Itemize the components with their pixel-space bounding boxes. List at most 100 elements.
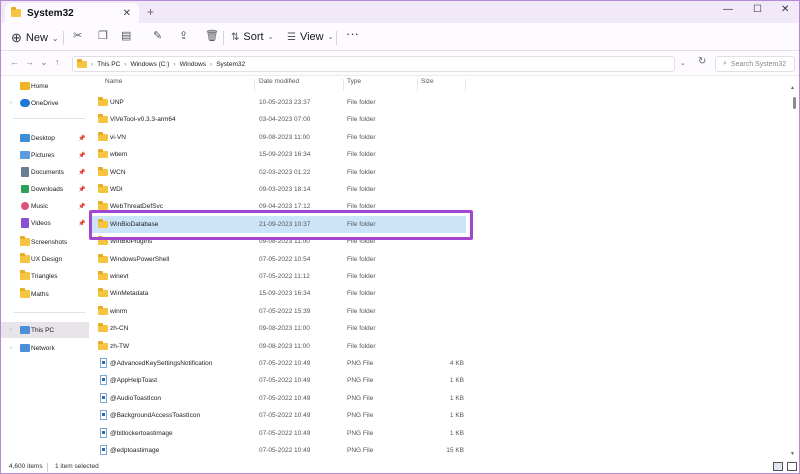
sidebar-item-network[interactable]: › Network xyxy=(1,340,89,356)
column-separator[interactable] xyxy=(465,79,466,91)
forward-arrow-icon[interactable]: → xyxy=(25,57,34,67)
download-icon xyxy=(21,185,29,193)
sort-button[interactable]: ⇅ Sort ⌄ xyxy=(231,31,273,43)
refresh-icon[interactable]: ↻ xyxy=(698,56,706,67)
file-row[interactable]: winevt 07-05-2022 11:12 File folder xyxy=(92,268,466,285)
column-header-date[interactable]: Date modified xyxy=(259,78,299,92)
new-tab-button[interactable]: + xyxy=(147,5,154,19)
column-separator[interactable] xyxy=(343,79,344,91)
share-icon[interactable]: ⇪ xyxy=(179,29,188,42)
pin-icon[interactable]: 📌 xyxy=(78,135,85,142)
address-history-chevron-icon[interactable]: ⌄ xyxy=(680,59,686,67)
chevron-right-icon[interactable]: › xyxy=(10,327,12,333)
pin-icon[interactable]: 📌 xyxy=(78,169,85,176)
column-header-size[interactable]: Size xyxy=(421,78,434,92)
file-row[interactable]: @BackgroundAccessToastIcon 07-05-2022 10:… xyxy=(92,407,466,424)
chevron-right-icon[interactable]: › xyxy=(10,345,12,351)
breadcrumb-system32[interactable]: System32 xyxy=(216,61,245,68)
file-name: @bitlockertoastimage xyxy=(110,429,173,437)
sidebar-item-triangles[interactable]: Triangles xyxy=(1,268,89,284)
scroll-down-arrow-icon[interactable]: ▼ xyxy=(790,451,795,457)
file-row[interactable]: @bitlockertoastimage 07-05-2022 10:49 PNG … xyxy=(92,425,466,442)
delete-icon[interactable]: 🗑 xyxy=(205,29,219,42)
scroll-up-arrow-icon[interactable]: ▲ xyxy=(790,85,795,91)
file-row[interactable]: WCN 02-03-2023 01:22 File folder xyxy=(92,164,466,181)
sidebar-item-music[interactable]: Music 📌 xyxy=(1,198,89,214)
details-view-icon[interactable] xyxy=(773,462,783,471)
file-row[interactable]: @AudioToastIcon 07-05-2022 10:49 PNG File 1… xyxy=(92,390,466,407)
tab-system32[interactable]: System32 ✕ xyxy=(5,3,139,23)
folder-icon xyxy=(98,201,108,211)
column-header-name[interactable]: Name xyxy=(105,78,122,92)
column-separator[interactable] xyxy=(254,79,255,91)
tab-title: System32 xyxy=(27,7,74,19)
folder-icon xyxy=(98,253,108,263)
file-type: File folder xyxy=(347,99,376,106)
sidebar-item-ux-design[interactable]: UX Design xyxy=(1,251,89,267)
tiles-view-icon[interactable] xyxy=(787,462,797,471)
folder-icon xyxy=(98,149,108,159)
file-type: File folder xyxy=(347,186,376,193)
back-arrow-icon[interactable]: ← xyxy=(10,57,19,67)
file-name: @BackgroundAccessToastIcon xyxy=(110,412,201,420)
address-bar[interactable]: › This PC › Windows (C:) › Windows › Sys… xyxy=(72,56,675,72)
pin-icon[interactable]: 📌 xyxy=(78,203,85,210)
file-size: 15 KB xyxy=(446,447,464,454)
close-tab-icon[interactable]: ✕ xyxy=(123,8,131,19)
sidebar-item-home[interactable]: Home xyxy=(1,78,89,94)
close-button[interactable]: ✕ xyxy=(781,4,789,15)
search-input[interactable]: ⌕ Search System32 xyxy=(715,56,795,72)
file-row[interactable]: WindowsPowerShell 07-05-2022 10:54 File fo… xyxy=(92,251,466,268)
chevron-down-icon: ⌄ xyxy=(267,34,274,41)
minimize-button[interactable]: — xyxy=(723,4,733,15)
file-row[interactable]: wbem 15-09-2023 16:34 File folder xyxy=(92,146,466,163)
sidebar-item-this-pc[interactable]: › This PC xyxy=(1,322,89,338)
sidebar-item-onedrive[interactable]: › OneDrive xyxy=(1,95,89,111)
file-row[interactable]: UNP 10-05-2023 23:37 File folder xyxy=(92,94,466,111)
column-separator[interactable] xyxy=(417,79,418,91)
sidebar-item-pictures[interactable]: Pictures 📌 xyxy=(1,147,89,163)
chevron-right-icon[interactable]: › xyxy=(10,100,12,106)
file-name: @AudioToastIcon xyxy=(110,394,162,402)
copy-icon[interactable]: ❐ xyxy=(98,29,108,42)
new-button[interactable]: ⊕ New ⌄ xyxy=(11,30,59,46)
scrollbar[interactable] xyxy=(791,93,796,457)
file-row[interactable]: vi-VN 09-08-2023 11:00 File folder xyxy=(92,129,466,146)
recent-chevron-icon[interactable]: ⌄ xyxy=(40,57,48,68)
sidebar-item-downloads[interactable]: Downloads 📌 xyxy=(1,181,89,197)
sidebar-item-videos[interactable]: Videos 📌 xyxy=(1,215,89,231)
file-row[interactable]: zh-TW 09-08-2023 11:00 File folder xyxy=(92,338,466,355)
sidebar-item-screenshots[interactable]: Screenshots xyxy=(1,234,89,250)
folder-icon xyxy=(20,253,30,263)
sidebar-item-desktop[interactable]: Desktop 📌 xyxy=(1,130,89,146)
breadcrumb-windows[interactable]: Windows xyxy=(180,61,206,68)
breadcrumb-this-pc[interactable]: This PC xyxy=(97,61,120,68)
file-row[interactable]: WinBioPlugIns 09-08-2023 11:00 File folder xyxy=(92,233,466,250)
more-options-button[interactable]: ··· xyxy=(346,26,359,41)
up-arrow-icon[interactable]: ↑ xyxy=(55,57,60,67)
file-row[interactable]: WinBioDatabase 21-09-2023 10:37 File folde… xyxy=(92,215,466,233)
home-icon xyxy=(20,82,30,90)
view-button[interactable]: ☰ View ⌄ xyxy=(287,31,334,43)
file-row[interactable]: @edptoastimage 07-05-2022 10:49 PNG File 15… xyxy=(92,442,466,459)
column-header-type[interactable]: Type xyxy=(347,78,361,92)
scrollbar-thumb[interactable] xyxy=(793,97,796,109)
breadcrumb-windows-c[interactable]: Windows (C:) xyxy=(130,61,169,68)
file-row[interactable]: ViVeTool-v0.3.3-arm64 03-04-2023 07:00 Fil… xyxy=(92,111,466,128)
file-row[interactable]: zh-CN 09-08-2023 11:00 File folder xyxy=(92,320,466,337)
cut-icon[interactable]: ✂ xyxy=(73,29,82,42)
file-row[interactable]: WebThreatDefSvc 09-04-2023 17:12 File fold… xyxy=(92,198,466,215)
maximize-button[interactable]: ☐ xyxy=(753,4,762,15)
pin-icon[interactable]: 📌 xyxy=(78,186,85,193)
sidebar-item-maths[interactable]: Maths xyxy=(1,286,89,302)
file-row[interactable]: winrm 07-05-2022 15:39 File folder xyxy=(92,303,466,320)
paste-icon[interactable]: ▤ xyxy=(121,29,131,42)
file-row[interactable]: WDI 09-03-2023 18:14 File folder xyxy=(92,181,466,198)
file-row[interactable]: @AppHelpToast 07-05-2022 10:49 PNG File 1 K… xyxy=(92,372,466,389)
pin-icon[interactable]: 📌 xyxy=(78,220,85,227)
pin-icon[interactable]: 📌 xyxy=(78,152,85,159)
file-row[interactable]: @AdvancedKeySettingsNotification 07-05-20… xyxy=(92,355,466,372)
file-row[interactable]: WinMetadata 15-09-2023 16:34 File folder xyxy=(92,285,466,302)
sidebar-item-documents[interactable]: Documents 📌 xyxy=(1,164,89,180)
rename-icon[interactable]: ✎ xyxy=(153,29,162,42)
